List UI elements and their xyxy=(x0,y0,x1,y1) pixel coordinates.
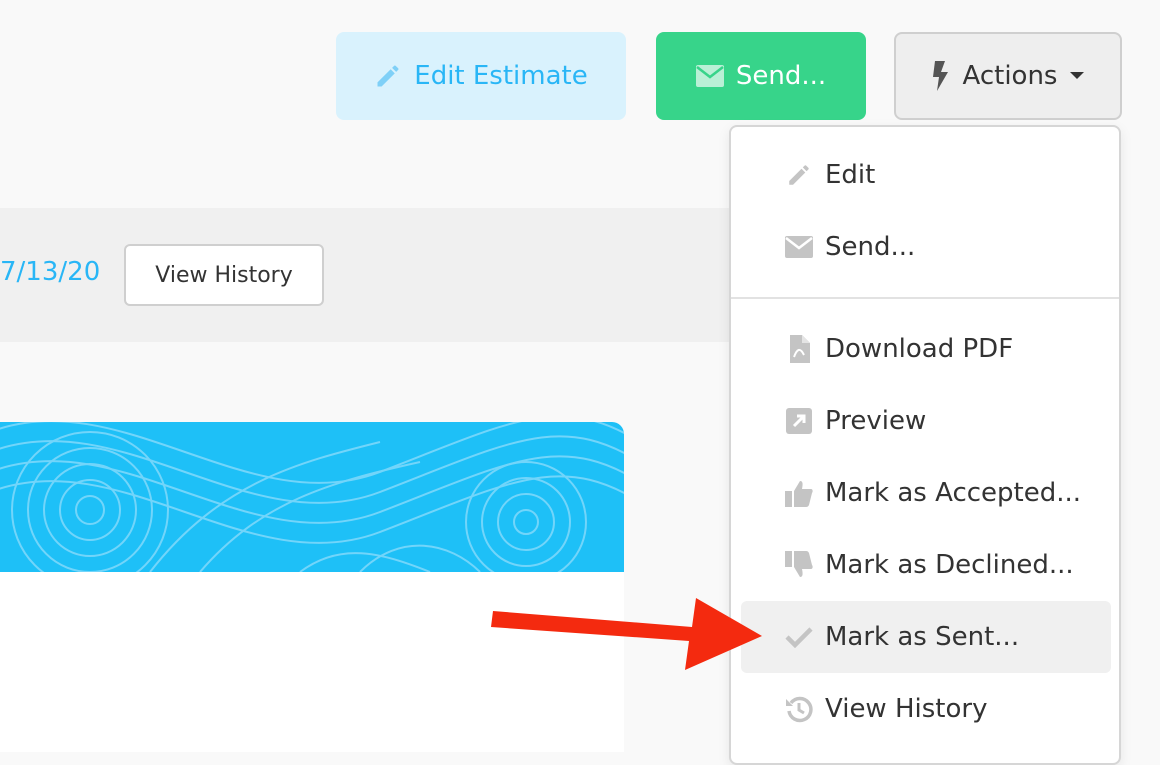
caret-down-icon xyxy=(1069,71,1085,81)
actions-dropdown-menu: Edit Send... Download PDF Preview Mark a… xyxy=(729,125,1121,765)
thumbs-up-icon xyxy=(784,478,814,508)
menu-item-label: Download PDF xyxy=(825,334,1014,364)
menu-item-preview[interactable]: Preview xyxy=(741,385,1111,457)
estimate-info-band xyxy=(0,208,730,342)
menu-item-mark-sent[interactable]: Mark as Sent... xyxy=(741,601,1111,673)
menu-item-view-history[interactable]: View History xyxy=(741,673,1111,745)
menu-item-label: Mark as Sent... xyxy=(825,622,1020,652)
menu-divider xyxy=(731,297,1119,299)
history-icon xyxy=(784,694,814,724)
menu-item-label: Send... xyxy=(825,232,916,262)
estimate-preview-card xyxy=(0,422,624,752)
edit-estimate-button[interactable]: Edit Estimate xyxy=(336,32,626,120)
menu-item-edit[interactable]: Edit xyxy=(741,139,1111,211)
menu-item-label: View History xyxy=(825,694,988,724)
wave-pattern-banner xyxy=(0,422,624,589)
thumbs-down-icon xyxy=(784,550,814,580)
view-history-button[interactable]: View History xyxy=(124,244,324,306)
actions-label: Actions xyxy=(962,61,1058,91)
wave-pattern-graphic xyxy=(0,422,624,589)
actions-dropdown-button[interactable]: Actions xyxy=(894,32,1122,120)
menu-item-send[interactable]: Send... xyxy=(741,211,1111,283)
lightning-icon xyxy=(931,61,951,91)
external-link-icon xyxy=(784,406,814,436)
menu-item-label: Mark as Accepted... xyxy=(825,478,1082,508)
menu-item-label: Mark as Declined... xyxy=(825,550,1074,580)
menu-item-label: Preview xyxy=(825,406,927,436)
estimate-date: 7/13/20 xyxy=(0,257,101,287)
send-button[interactable]: Send... xyxy=(656,32,866,120)
pencil-icon xyxy=(374,62,402,90)
send-label: Send... xyxy=(735,61,827,91)
pencil-icon xyxy=(784,160,814,190)
menu-item-download-pdf[interactable]: Download PDF xyxy=(741,313,1111,385)
envelope-icon xyxy=(784,232,814,262)
view-history-label: View History xyxy=(155,262,293,288)
envelope-icon xyxy=(695,65,724,87)
checkmark-icon xyxy=(784,622,814,652)
menu-item-mark-accepted[interactable]: Mark as Accepted... xyxy=(741,457,1111,529)
file-pdf-icon xyxy=(784,334,814,364)
menu-item-mark-declined[interactable]: Mark as Declined... xyxy=(741,529,1111,601)
menu-item-label: Edit xyxy=(825,160,876,190)
edit-estimate-label: Edit Estimate xyxy=(414,61,588,91)
